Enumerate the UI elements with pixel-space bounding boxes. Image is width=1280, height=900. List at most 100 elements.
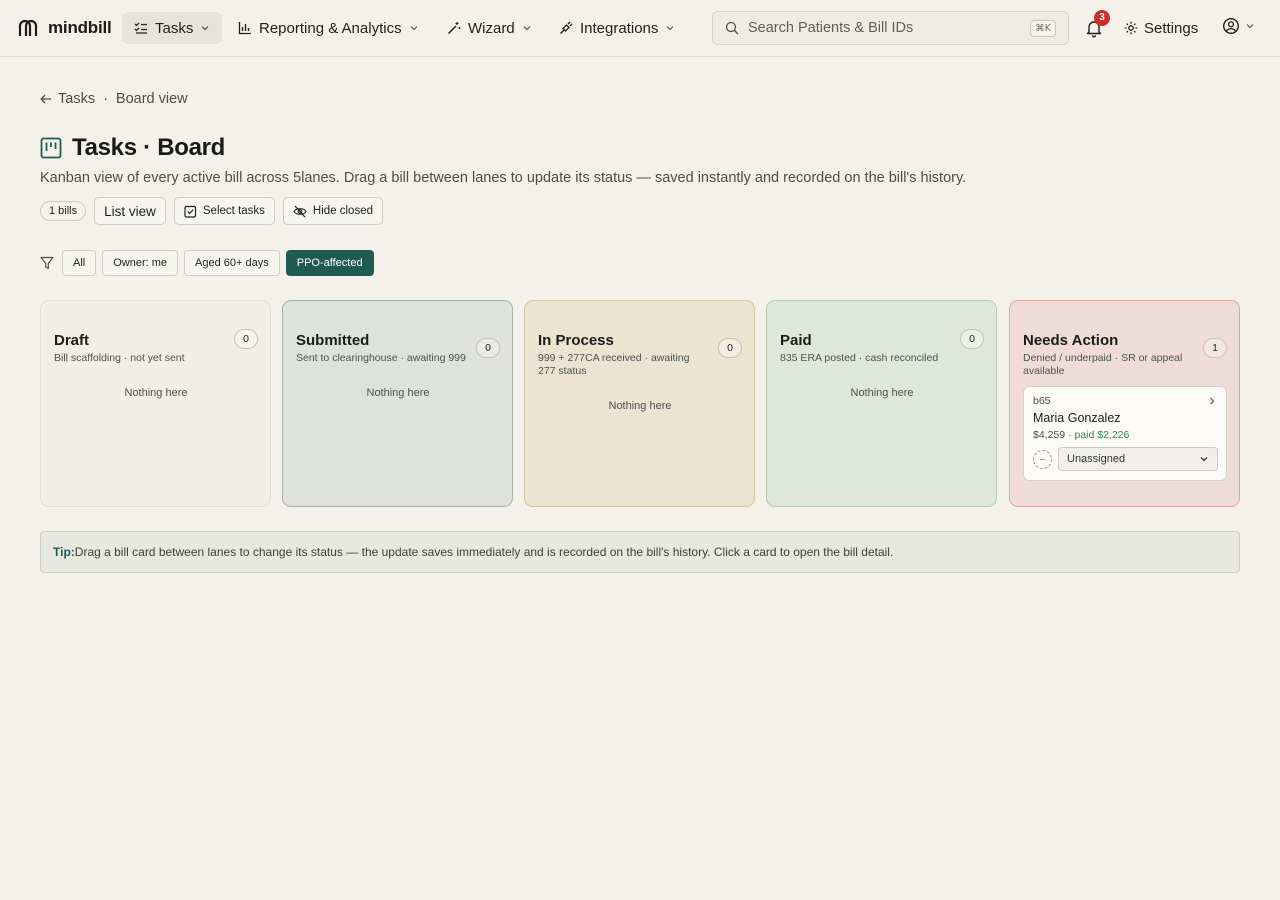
- breadcrumb-current: Board view: [115, 91, 188, 107]
- tip-banner: Tip: Drag a bill card between lanes to c…: [40, 531, 1240, 573]
- arrow-left-icon: [40, 94, 51, 104]
- assignee-select[interactable]: Unassigned: [1058, 447, 1218, 471]
- nav-integrations-label: Integrations: [580, 19, 659, 37]
- hide-closed-button[interactable]: Hide closed: [282, 197, 383, 225]
- lane-header: Draft Bill scaffolding · not yet sent 0: [54, 329, 258, 365]
- select-tasks-button[interactable]: Select tasks: [173, 197, 275, 225]
- plug-icon: [560, 21, 573, 34]
- brand-logo[interactable]: mindbill: [18, 16, 112, 40]
- lane-title: Draft: [54, 332, 90, 349]
- lane-submitted: Submitted Sent to clearinghouse · awaiti…: [282, 300, 513, 507]
- nav-integrations[interactable]: Integrations: [547, 12, 687, 44]
- top-navigation: mindbill Tasks Reporting & Analytics Wiz…: [0, 0, 1280, 57]
- chevron-down-icon: [1246, 24, 1254, 29]
- notification-badge: 3: [1094, 10, 1110, 26]
- nav-reporting-analytics[interactable]: Reporting & Analytics: [226, 12, 431, 44]
- lane-description: Sent to clearinghouse · awaiting 999: [296, 352, 466, 364]
- chevron-down-icon: [666, 26, 674, 31]
- search-icon: [725, 21, 739, 35]
- lane-header: In Process 999 + 277CA received · awaiti…: [538, 332, 742, 378]
- bill-id: b65: [1033, 395, 1051, 407]
- wand-icon: [447, 22, 461, 35]
- page-subtitle: Kanban view of every active bill across …: [40, 170, 967, 186]
- chevron-down-icon: [523, 26, 531, 31]
- eye-off-icon: [293, 205, 307, 217]
- nav-wizard-label: Wizard: [468, 19, 515, 37]
- board-toolbar: 1 bills List view Select tasks Hide clos…: [40, 197, 383, 225]
- lane-header: Paid 835 ERA posted · cash reconciled 0: [780, 329, 984, 365]
- lane-title: Paid: [780, 332, 812, 349]
- page-title: Tasks · Board: [72, 134, 226, 161]
- bar-chart-icon: [238, 22, 251, 35]
- search-input[interactable]: [748, 20, 1022, 36]
- breadcrumb-separator: ·: [103, 91, 108, 107]
- chevron-down-icon: [1200, 457, 1208, 462]
- lane-count: 0: [960, 329, 984, 349]
- filter-chip-owner-me[interactable]: Owner: me: [102, 250, 179, 276]
- bill-amount-row: $4,259 · paid $2,226: [1033, 429, 1218, 441]
- user-circle-icon: [1222, 17, 1240, 35]
- lane-description: 999 + 277CA received · awaiting 277 stat…: [538, 352, 690, 377]
- lane-draft: Draft Bill scaffolding · not yet sent 0 …: [40, 300, 271, 507]
- tip-label: Tip:: [53, 545, 75, 559]
- lane-count: 0: [234, 329, 258, 349]
- gear-icon: [1124, 21, 1138, 35]
- brand-name: mindbill: [48, 18, 112, 37]
- chevron-down-icon: [410, 26, 418, 31]
- lane-empty-state: Nothing here: [124, 387, 188, 399]
- paid-amount: · paid $2,226: [1068, 429, 1130, 441]
- assignee-avatar: –: [1033, 449, 1052, 469]
- bill-card[interactable]: b65 Maria Gonzalez $4,259 · paid $2,226 …: [1023, 386, 1227, 481]
- breadcrumb-parent: Tasks: [58, 91, 96, 107]
- search-shortcut-hint: ⌘K: [1030, 19, 1056, 37]
- nav-tasks-label: Tasks: [155, 19, 194, 37]
- bill-count-badge: 1 bills: [40, 201, 87, 221]
- hide-closed-label: Hide closed: [312, 205, 373, 217]
- tip-text: Drag a bill card between lanes to change…: [74, 545, 894, 559]
- nav-wizard[interactable]: Wizard: [435, 12, 544, 44]
- chevron-down-icon: [201, 26, 209, 31]
- card-footer: – Unassigned: [1033, 447, 1218, 471]
- lane-empty-state: Nothing here: [366, 387, 430, 399]
- filter-chip-all[interactable]: All: [62, 250, 97, 276]
- lane-description: Denied / underpaid · SR or appeal availa…: [1023, 352, 1183, 377]
- filter-chip-ppo-affected[interactable]: PPO-affected: [285, 250, 374, 276]
- lane-count: 0: [476, 338, 500, 358]
- settings-label: Settings: [1144, 19, 1199, 37]
- patient-name: Maria Gonzalez: [1033, 411, 1121, 425]
- filter-bar: All Owner: me Aged 60+ days PPO-affected: [40, 250, 374, 276]
- mindbill-logo-icon: [18, 19, 38, 36]
- lane-header: Submitted Sent to clearinghouse · awaiti…: [296, 332, 500, 365]
- nav-tasks[interactable]: Tasks: [122, 12, 223, 44]
- list-view-label: List view: [104, 203, 156, 219]
- lane-header: Needs Action Denied / underpaid · SR or …: [1023, 332, 1227, 378]
- lane-description: 835 ERA posted · cash reconciled: [780, 352, 939, 364]
- checkbox-icon: [184, 205, 196, 218]
- lane-needs-action: Needs Action Denied / underpaid · SR or …: [1009, 300, 1240, 507]
- filter-chip-aged-60-days[interactable]: Aged 60+ days: [184, 250, 280, 276]
- lane-paid: Paid 835 ERA posted · cash reconciled 0 …: [766, 300, 997, 507]
- lane-title: Submitted: [296, 332, 370, 349]
- list-view-button[interactable]: List view: [94, 197, 166, 225]
- nav-reporting-analytics-label: Reporting & Analytics: [259, 19, 402, 37]
- lane-empty-state: Nothing here: [850, 387, 914, 399]
- breadcrumb: Tasks · Board view: [40, 90, 188, 108]
- list-check-icon: [134, 22, 147, 34]
- lane-in-process: In Process 999 + 277CA received · awaiti…: [524, 300, 755, 507]
- lane-title: In Process: [538, 332, 614, 349]
- lane-count: 1: [1203, 338, 1227, 358]
- kanban-board-icon: [40, 137, 62, 159]
- chevron-right-icon[interactable]: [1207, 396, 1217, 406]
- account-menu[interactable]: [1222, 17, 1255, 35]
- lane-empty-state: Nothing here: [608, 400, 672, 412]
- search-box[interactable]: ⌘K: [712, 11, 1069, 45]
- select-tasks-label: Select tasks: [202, 205, 265, 217]
- bill-amount: $4,259: [1033, 429, 1066, 441]
- lane-description: Bill scaffolding · not yet sent: [54, 352, 185, 364]
- settings-button[interactable]: Settings: [1124, 18, 1198, 38]
- lane-count: 0: [718, 338, 742, 358]
- assignee-value: Unassigned: [1067, 453, 1126, 465]
- breadcrumb-back-link[interactable]: Tasks: [40, 91, 95, 107]
- page-title-row: Tasks · Board: [40, 134, 225, 162]
- filter-icon: [40, 256, 54, 270]
